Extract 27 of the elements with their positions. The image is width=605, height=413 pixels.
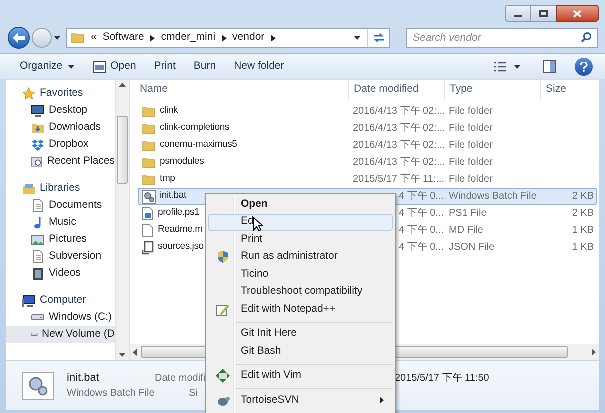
type-text: MD File bbox=[449, 225, 484, 236]
details-type: Windows Batch File bbox=[67, 387, 155, 402]
type-text: File folder bbox=[449, 157, 493, 168]
date-text: 2015/5/17 下午 11:... bbox=[353, 173, 445, 187]
size-text: 1 KB bbox=[572, 225, 594, 236]
size-text: 2 KB bbox=[572, 208, 594, 219]
type-text: File folder bbox=[449, 140, 493, 151]
date-text: 4 下午 0... bbox=[399, 224, 444, 238]
size-text: 1 KB bbox=[572, 242, 594, 253]
date-text: 4 下午 0... bbox=[399, 241, 444, 255]
details-date: 2015/5/17 下午 11:50 bbox=[395, 372, 490, 386]
date-text: 2016/4/13 下午 02:... bbox=[353, 105, 446, 119]
type-text: File folder bbox=[449, 174, 493, 185]
date-text: 2016/4/13 下午 02:... bbox=[353, 156, 446, 170]
size-label: Si bbox=[189, 386, 198, 400]
size-text: 2 KB bbox=[572, 191, 594, 202]
date-text: 2016/4/13 下午 02:... bbox=[353, 122, 446, 136]
type-text: File folder bbox=[449, 123, 493, 134]
date-label: Date modifi bbox=[155, 372, 206, 386]
details-name: init.bat bbox=[67, 370, 100, 386]
type-text: File folder bbox=[449, 106, 493, 117]
type-text: JSON File bbox=[449, 242, 495, 253]
date-text: 4 下午 0... bbox=[399, 207, 444, 221]
type-text: Windows Batch File bbox=[449, 191, 537, 202]
date-text: 2016/4/13 下午 02:... bbox=[353, 139, 446, 153]
date-text: 4 下午 0... bbox=[399, 190, 444, 204]
type-text: PS1 File bbox=[449, 208, 487, 219]
